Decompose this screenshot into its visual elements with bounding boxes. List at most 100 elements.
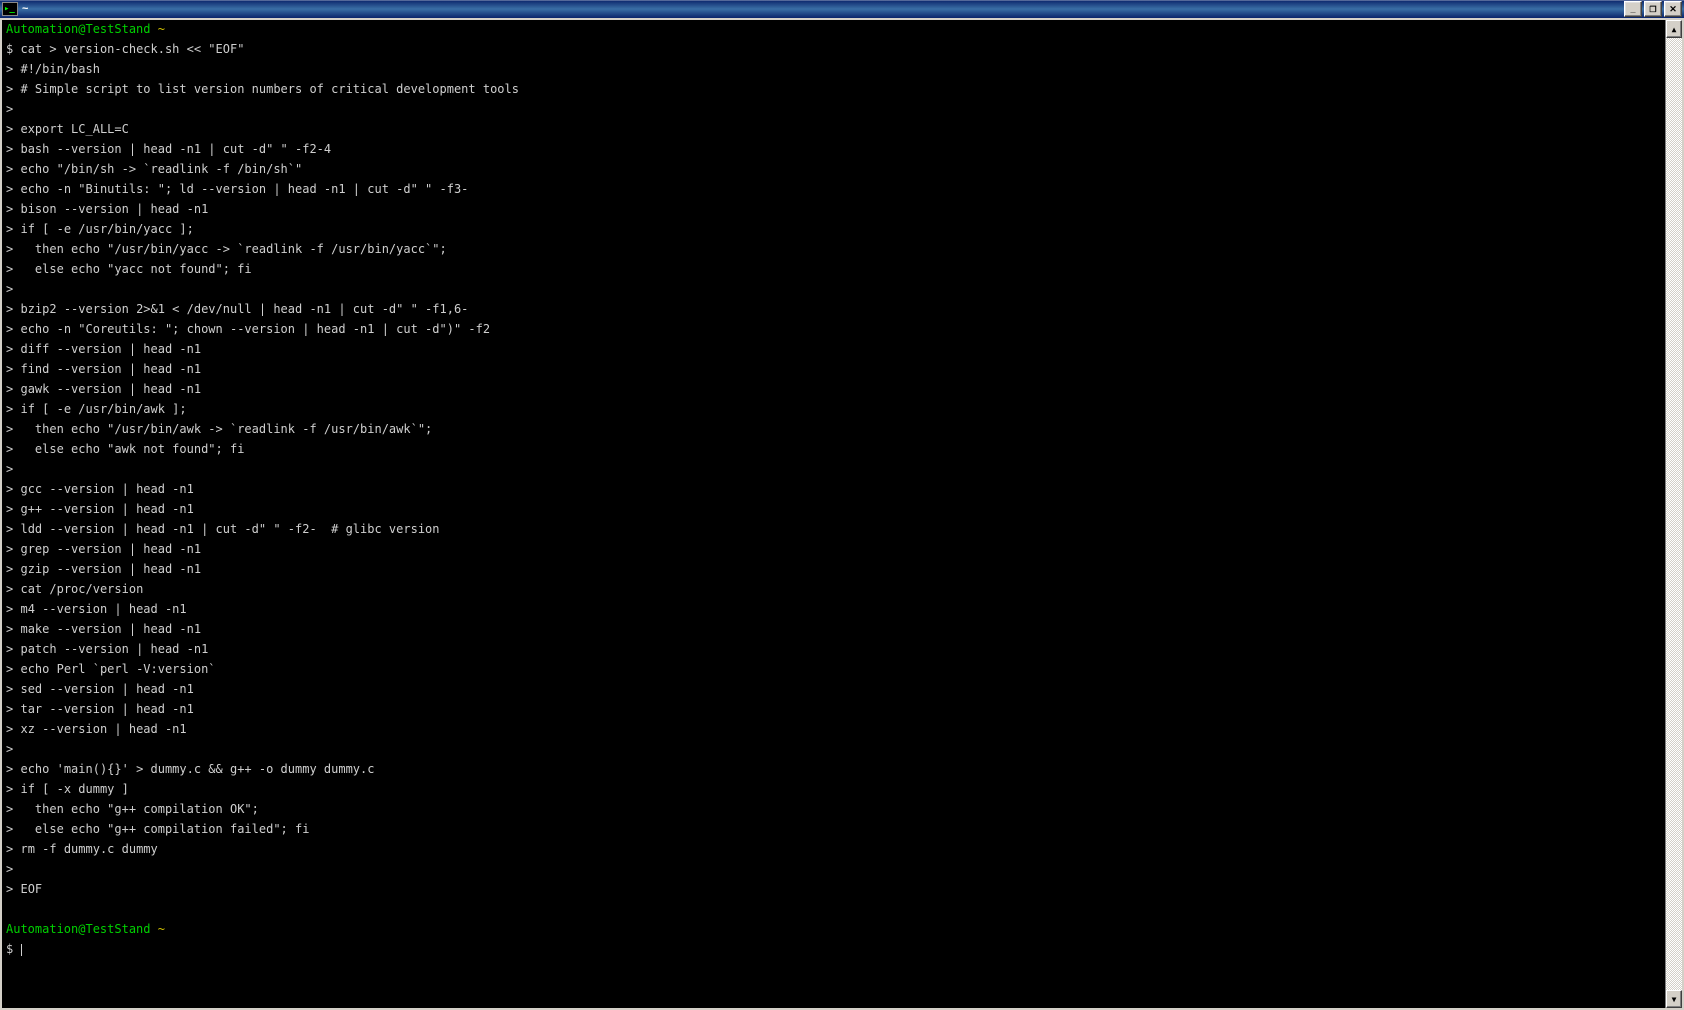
script-line: EOF (20, 882, 42, 896)
script-line: cat /proc/version (20, 582, 143, 596)
script-line: gawk --version | head -n1 (20, 382, 201, 396)
terminal-icon: ▸_ (2, 2, 18, 16)
script-line: echo 'main(){}' > dummy.c && g++ -o dumm… (20, 762, 374, 776)
text-cursor (21, 944, 22, 956)
prompt-gt: > (6, 82, 13, 96)
terminal-viewport[interactable]: Automation@TestStand ~ $ cat > version-c… (2, 20, 1665, 1008)
prompt-gt: > (6, 862, 13, 876)
prompt-gt: > (6, 642, 13, 656)
script-line: patch --version | head -n1 (20, 642, 208, 656)
prompt-gt: > (6, 102, 13, 116)
terminal-frame: Automation@TestStand ~ $ cat > version-c… (0, 18, 1684, 1010)
script-line: echo "/bin/sh -> `readlink -f /bin/sh`" (20, 162, 302, 176)
prompt-gt: > (6, 242, 13, 256)
prompt-gt: > (6, 782, 13, 796)
script-line: sed --version | head -n1 (20, 682, 193, 696)
script-line: bzip2 --version 2>&1 < /dev/null | head … (20, 302, 468, 316)
script-line: make --version | head -n1 (20, 622, 201, 636)
prompt-path: ~ (158, 22, 165, 36)
script-line: gzip --version | head -n1 (20, 562, 201, 576)
script-line: diff --version | head -n1 (20, 342, 201, 356)
script-line: find --version | head -n1 (20, 362, 201, 376)
cmd-first: cat > version-check.sh << "EOF" (20, 42, 244, 56)
prompt-gt: > (6, 722, 13, 736)
script-line: ldd --version | head -n1 | cut -d" " -f2… (20, 522, 439, 536)
prompt-gt: > (6, 602, 13, 616)
script-line: then echo "g++ compilation OK"; (20, 802, 258, 816)
scroll-down-button[interactable]: ▼ (1666, 990, 1682, 1008)
prompt-gt: > (6, 802, 13, 816)
script-line: gcc --version | head -n1 (20, 482, 193, 496)
prompt-gt: > (6, 562, 13, 576)
prompt-gt: > (6, 522, 13, 536)
prompt-gt: > (6, 382, 13, 396)
prompt-gt: > (6, 662, 13, 676)
script-line: # Simple script to list version numbers … (20, 82, 519, 96)
prompt-gt: > (6, 162, 13, 176)
script-line: grep --version | head -n1 (20, 542, 201, 556)
script-line: m4 --version | head -n1 (20, 602, 186, 616)
script-line: else echo "g++ compilation failed"; fi (20, 822, 309, 836)
script-line: then echo "/usr/bin/awk -> `readlink -f … (20, 422, 432, 436)
prompt-userhost: Automation@TestStand (6, 922, 151, 936)
prompt-gt: > (6, 202, 13, 216)
script-line: else echo "yacc not found"; fi (20, 262, 251, 276)
prompt-gt: > (6, 362, 13, 376)
script-line: echo -n "Coreutils: "; chown --version |… (20, 322, 490, 336)
window-title: ~ (22, 3, 29, 15)
prompt-path: ~ (158, 922, 165, 936)
scrollbar-track[interactable] (1666, 38, 1682, 990)
script-line: #!/bin/bash (20, 62, 99, 76)
prompt-gt: > (6, 622, 13, 636)
script-line: echo -n "Binutils: "; ld --version | hea… (20, 182, 468, 196)
prompt-gt: > (6, 582, 13, 596)
script-line: rm -f dummy.c dummy (20, 842, 157, 856)
prompt-gt: > (6, 222, 13, 236)
script-line: tar --version | head -n1 (20, 702, 193, 716)
prompt-gt: > (6, 342, 13, 356)
script-line: g++ --version | head -n1 (20, 502, 193, 516)
prompt-gt: > (6, 702, 13, 716)
prompt-gt: > (6, 62, 13, 76)
prompt-gt: > (6, 302, 13, 316)
script-line: then echo "/usr/bin/yacc -> `readlink -f… (20, 242, 446, 256)
minimize-button[interactable]: _ (1624, 1, 1642, 17)
prompt-gt: > (6, 542, 13, 556)
titlebar[interactable]: ▸_ ~ _ ❐ ✕ (0, 0, 1684, 18)
prompt-gt: > (6, 882, 13, 896)
prompt-gt: > (6, 442, 13, 456)
script-line: else echo "awk not found"; fi (20, 442, 244, 456)
prompt-gt: > (6, 422, 13, 436)
script-line: if [ -e /usr/bin/awk ]; (20, 402, 186, 416)
prompt-gt: > (6, 502, 13, 516)
terminal-window: ▸_ ~ _ ❐ ✕ Automation@TestStand ~ $ cat … (0, 0, 1684, 1010)
close-button[interactable]: ✕ (1664, 1, 1682, 17)
prompt-userhost: Automation@TestStand (6, 22, 151, 36)
prompt-dollar: $ (6, 942, 13, 956)
prompt-gt: > (6, 402, 13, 416)
terminal-content: Automation@TestStand ~ $ cat > version-c… (2, 20, 1665, 960)
prompt-gt: > (6, 282, 13, 296)
prompt-gt: > (6, 682, 13, 696)
script-line: xz --version | head -n1 (20, 722, 186, 736)
script-line: bash --version | head -n1 | cut -d" " -f… (20, 142, 331, 156)
prompt-gt: > (6, 842, 13, 856)
scroll-up-button[interactable]: ▲ (1666, 20, 1682, 38)
prompt-gt: > (6, 142, 13, 156)
script-line: bison --version | head -n1 (20, 202, 208, 216)
prompt-gt: > (6, 822, 13, 836)
script-line: export LC_ALL=C (20, 122, 128, 136)
prompt-dollar: $ (6, 42, 13, 56)
script-line: if [ -e /usr/bin/yacc ]; (20, 222, 193, 236)
prompt-gt: > (6, 322, 13, 336)
prompt-gt: > (6, 462, 13, 476)
prompt-gt: > (6, 482, 13, 496)
maximize-button[interactable]: ❐ (1644, 1, 1662, 17)
prompt-gt: > (6, 762, 13, 776)
script-line: if [ -x dummy ] (20, 782, 128, 796)
prompt-gt: > (6, 742, 13, 756)
script-line: echo Perl `perl -V:version` (20, 662, 215, 676)
prompt-gt: > (6, 182, 13, 196)
prompt-gt: > (6, 122, 13, 136)
vertical-scrollbar[interactable]: ▲ ▼ (1665, 20, 1682, 1008)
